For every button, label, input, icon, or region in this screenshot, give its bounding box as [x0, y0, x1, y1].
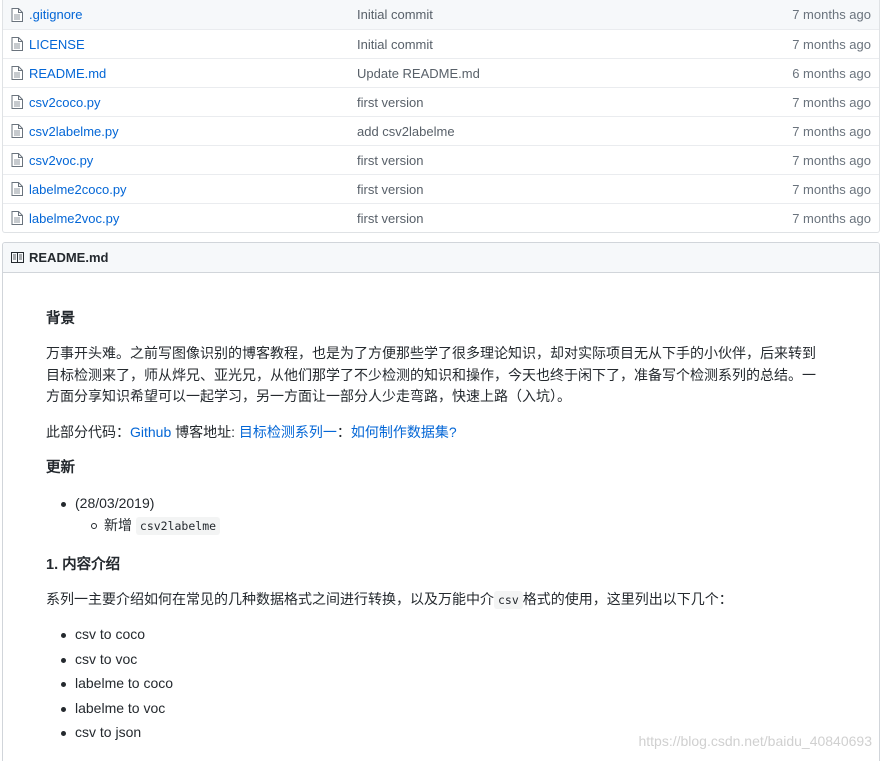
commit-message-link[interactable]: add csv2labelme — [357, 124, 751, 139]
conversion-label: csv to coco — [75, 626, 146, 642]
list-item: csv to coco — [46, 624, 173, 649]
file-name-link[interactable]: csv2labelme.py — [29, 124, 357, 139]
commit-age: 7 months ago — [792, 123, 871, 139]
heading-intro: 1. 内容介绍 — [46, 557, 121, 573]
blog-prefix: 博客地址: — [171, 424, 239, 440]
file-icon — [11, 95, 23, 109]
commit-message-link[interactable]: first version — [357, 211, 751, 226]
list-item: csv to voc — [46, 649, 173, 674]
conversion-label: csv to voc — [75, 650, 138, 667]
code-prefix: 此部分代码： — [46, 424, 130, 440]
file-icon — [11, 182, 23, 196]
paragraph-line: 目标检测来了，师从烨兄、亚光兄，从他们那学了不少检测的知识和操作，今天也终于闲下… — [46, 366, 816, 383]
update-list: (28/03/2019) — [46, 493, 154, 514]
commit-age: 6 months ago — [792, 65, 871, 81]
file-row[interactable]: LICENSE Initial commit 7 months ago — [3, 29, 879, 58]
watermark: https://blog.csdn.net/baidu_40840693 — [638, 733, 872, 749]
readme-title: README.md — [29, 250, 109, 265]
update-sublist: 新增 csv2labelme — [46, 515, 221, 540]
conversion-label: csv to json — [75, 724, 142, 741]
list-item: labelme to coco — [46, 673, 173, 698]
file-name-link[interactable]: .gitignore — [29, 7, 357, 22]
conversion-list: csv to coco csv to voc labelme to coco l… — [46, 624, 173, 747]
heading-background: 背景 — [46, 311, 75, 327]
page: .gitignore Initial commit 7 months ago L… — [0, 0, 881, 761]
commit-message-link[interactable]: first version — [357, 95, 751, 110]
file-icon — [11, 66, 23, 80]
background-paragraph: 万事开头难。之前写图像识别的博客教程，也是为了方便那些学了很多理论知识，却对实际… — [46, 343, 846, 408]
file-icon — [11, 124, 23, 138]
commit-message-link[interactable]: Initial commit — [357, 37, 751, 52]
update-date: (28/03/2019) — [75, 495, 155, 511]
file-row[interactable]: csv2labelme.py add csv2labelme 7 months … — [3, 116, 879, 145]
list-item: csv to json — [46, 722, 173, 747]
file-icon — [11, 211, 23, 225]
circle-bullet-icon — [91, 523, 97, 529]
readme-panel: README.md 背景 万事开头难。之前写图像识别的博客教程，也是为了方便那些… — [2, 242, 880, 761]
file-name-link[interactable]: LICENSE — [29, 37, 357, 52]
commit-age: 7 months ago — [792, 210, 871, 226]
commit-age: 7 months ago — [792, 36, 871, 52]
bullet-icon — [61, 731, 66, 737]
file-name-link[interactable]: csv2coco.py — [29, 95, 357, 110]
file-row[interactable]: README.md Update README.md 6 months ago — [3, 58, 879, 87]
file-icon — [11, 153, 23, 167]
blog-series-link[interactable]: 目标检测系列一 — [239, 424, 337, 440]
commit-age: 7 months ago — [792, 152, 871, 168]
commit-message-link[interactable]: first version — [357, 153, 751, 168]
commit-message-link[interactable]: first version — [357, 182, 751, 197]
intro-prefix: 系列一主要介绍如何在常见的几种数据格式之间进行转换，以及万能中介 — [46, 591, 494, 607]
file-row[interactable]: labelme2coco.py first version 7 months a… — [3, 174, 879, 203]
bullet-icon — [61, 657, 66, 663]
paragraph-line: 方面分享知识希望可以一起学习，另一方面让一部分人少走弯路，快速上路（入坑）。 — [46, 388, 571, 404]
commit-age: 7 months ago — [792, 94, 871, 110]
file-name-link[interactable]: README.md — [29, 66, 357, 81]
bullet-icon — [61, 682, 66, 688]
file-name-link[interactable]: csv2voc.py — [29, 153, 357, 168]
commit-message-link[interactable]: Initial commit — [357, 7, 751, 22]
conversion-label: labelme to coco — [75, 675, 174, 692]
file-table: .gitignore Initial commit 7 months ago L… — [2, 0, 880, 233]
file-row[interactable]: csv2coco.py first version 7 months ago — [3, 87, 879, 116]
heading-update: 更新 — [46, 460, 75, 476]
conversion-label: labelme to voc — [75, 699, 166, 716]
update-item-text: 新增 — [104, 517, 136, 533]
code-blog-line: 此部分代码：Github 博客地址: 目标检测系列一：如何制作数据集? — [46, 422, 846, 444]
list-item: (28/03/2019) — [46, 493, 154, 514]
commit-age: 7 months ago — [792, 181, 871, 197]
file-icon — [11, 37, 23, 51]
readme-header: README.md — [3, 243, 879, 273]
commit-message-link[interactable]: Update README.md — [357, 66, 751, 81]
bullet-icon — [61, 633, 66, 638]
list-item: labelme to voc — [46, 698, 173, 723]
file-name-link[interactable]: labelme2voc.py — [29, 211, 357, 226]
commit-age: 7 months ago — [792, 7, 871, 22]
bullet-icon — [61, 706, 66, 712]
blog-dataset-link[interactable]: 如何制作数据集? — [351, 424, 457, 440]
bullet-icon — [61, 502, 66, 507]
file-row[interactable]: .gitignore Initial commit 7 months ago — [3, 0, 879, 29]
blog-separator: ： — [336, 424, 351, 440]
paragraph-line: 万事开头难。之前写图像识别的博客教程，也是为了方便那些学了很多理论知识，却对实际… — [46, 345, 816, 361]
file-name-link[interactable]: labelme2coco.py — [29, 182, 357, 197]
intro-paragraph: 系列一主要介绍如何在常见的几种数据格式之间进行转换，以及万能中介 csv 格式的使用… — [46, 589, 846, 612]
file-icon — [11, 7, 23, 22]
file-row[interactable]: csv2voc.py first version 7 months ago — [3, 145, 879, 174]
intro-suffix: 格式的使用，这里列出以下几个： — [522, 591, 733, 607]
inline-code: csv2labelme — [135, 517, 221, 535]
book-icon — [11, 252, 24, 263]
github-link[interactable]: Github — [130, 424, 171, 440]
list-item: 新增 csv2labelme — [46, 515, 221, 540]
file-row[interactable]: labelme2voc.py first version 7 months ag… — [3, 203, 879, 232]
inline-code: csv — [494, 591, 523, 609]
